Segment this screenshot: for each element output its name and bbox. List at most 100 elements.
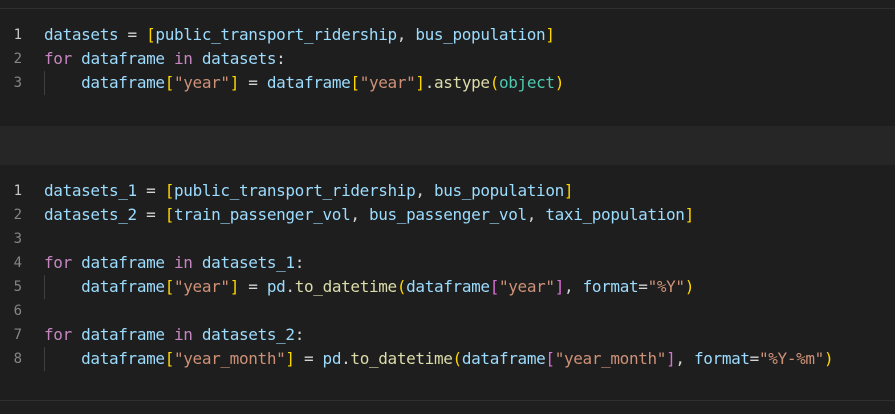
code-line[interactable]: 4 for dataframe in datasets_1: xyxy=(0,251,895,275)
code-line[interactable]: 5 dataframe["year"] = pd.to_datetime(dat… xyxy=(0,275,895,299)
code-text: datasets_1 = [public_transport_ridership… xyxy=(44,179,574,203)
code-token: pd xyxy=(322,349,342,368)
code-token: ( xyxy=(396,277,407,296)
code-token: public_transport_ridership xyxy=(155,25,397,44)
code-token: "%Y-%m" xyxy=(758,349,824,368)
code-line[interactable]: 1 datasets = [public_transport_ridership,… xyxy=(0,23,895,47)
code-line[interactable]: 2 for dataframe in datasets: xyxy=(0,47,895,71)
line-number: 7 xyxy=(13,327,22,343)
code-token: datasets_1 xyxy=(201,253,295,272)
bottom-divider xyxy=(0,400,895,401)
code-token: for xyxy=(44,325,72,344)
code-token: [ xyxy=(164,277,175,296)
code-cell-2[interactable]: 1 datasets_1 = [public_transport_ridershi… xyxy=(0,165,895,400)
code-token: = xyxy=(238,73,267,92)
code-token: train_passenger_vol xyxy=(174,205,351,224)
code-token: , xyxy=(563,277,583,296)
code-token: dataframe xyxy=(406,277,490,296)
code-token: to_datetime xyxy=(294,277,397,296)
code-text: datasets_2 = [train_passenger_vol, bus_p… xyxy=(44,203,694,227)
code-token: in xyxy=(174,49,193,68)
code-token: for xyxy=(44,253,72,272)
line-number: 8 xyxy=(13,351,22,367)
code-line[interactable]: 3 dataframe["year"] = dataframe["year"].… xyxy=(0,71,895,95)
code-token: ] xyxy=(684,205,695,224)
code-token: [ xyxy=(545,349,555,368)
code-token: ] xyxy=(415,73,425,92)
code-token: = xyxy=(749,349,760,368)
code-cell-1[interactable]: 1 datasets = [public_transport_ridership,… xyxy=(0,9,895,126)
code-token: datasets xyxy=(201,49,277,68)
code-token: "%Y" xyxy=(647,277,685,296)
code-token: public_transport_ridership xyxy=(174,181,416,200)
code-line[interactable]: 6 xyxy=(0,299,895,323)
code-token: = xyxy=(136,205,165,224)
code-token: "year" xyxy=(498,277,555,296)
code-token: format xyxy=(693,349,750,368)
code-token: pd xyxy=(266,277,286,296)
code-token: in xyxy=(174,253,193,272)
code-token: ( xyxy=(489,73,500,92)
code-token: : xyxy=(294,253,305,272)
code-token: "year_month" xyxy=(554,349,667,368)
code-token: [ xyxy=(164,181,175,200)
code-token: = xyxy=(238,277,267,296)
code-token: object xyxy=(498,73,555,92)
code-token: ] xyxy=(666,349,676,368)
code-token: bus_population xyxy=(415,25,546,44)
code-token: dataframe xyxy=(266,73,351,92)
code-token: ] xyxy=(285,349,295,368)
code-text: dataframe["year"] = dataframe["year"].as… xyxy=(44,71,564,95)
code-token: datasets_2 xyxy=(44,205,137,224)
code-token: astype xyxy=(433,73,490,92)
code-token: , xyxy=(350,205,369,224)
code-line[interactable]: 2 datasets_2 = [train_passenger_vol, bus_… xyxy=(0,203,895,227)
code-line[interactable]: 1 datasets_1 = [public_transport_ridershi… xyxy=(0,179,895,203)
line-number: 1 xyxy=(13,183,22,199)
code-token: in xyxy=(174,325,193,344)
code-token: ) xyxy=(554,73,565,92)
line-number: 3 xyxy=(13,231,22,247)
code-line[interactable]: 3 xyxy=(0,227,895,251)
code-text: for dataframe in datasets: xyxy=(44,47,286,71)
code-token: , xyxy=(675,349,694,368)
code-line[interactable]: 8 dataframe["year_month"] = pd.to_dateti… xyxy=(0,347,895,371)
code-token: for xyxy=(44,49,72,68)
code-token: , xyxy=(415,181,434,200)
code-token: ) xyxy=(684,277,695,296)
line-number: 2 xyxy=(13,51,22,67)
line-number: 5 xyxy=(13,279,22,295)
code-token: dataframe xyxy=(81,253,165,272)
code-text: for dataframe in datasets_1: xyxy=(44,251,304,275)
code-token: datasets xyxy=(44,25,119,44)
code-line[interactable]: 7 for dataframe in datasets_2: xyxy=(0,323,895,347)
line-number: 4 xyxy=(13,255,22,271)
code-editor-1[interactable]: 1 datasets = [public_transport_ridership,… xyxy=(0,23,895,95)
line-number: 2 xyxy=(13,207,22,223)
code-token: : xyxy=(294,325,305,344)
code-token: = xyxy=(118,25,147,44)
line-number: 1 xyxy=(13,27,22,43)
code-token: ] xyxy=(563,181,574,200)
code-text: for dataframe in datasets_2: xyxy=(44,323,304,347)
code-token: ] xyxy=(229,73,240,92)
code-token: datasets_2 xyxy=(201,325,295,344)
code-token: : xyxy=(276,49,286,68)
line-number: 3 xyxy=(13,75,22,91)
code-token: dataframe xyxy=(81,49,165,68)
code-token: ] xyxy=(229,277,240,296)
code-token: ] xyxy=(554,277,565,296)
code-token: "year_month" xyxy=(173,349,286,368)
code-token: [ xyxy=(164,205,175,224)
code-token: taxi_population xyxy=(545,205,685,224)
code-token: . xyxy=(424,73,435,92)
code-editor-2[interactable]: 1 datasets_1 = [public_transport_ridershi… xyxy=(0,179,895,371)
line-number: 6 xyxy=(13,303,22,319)
